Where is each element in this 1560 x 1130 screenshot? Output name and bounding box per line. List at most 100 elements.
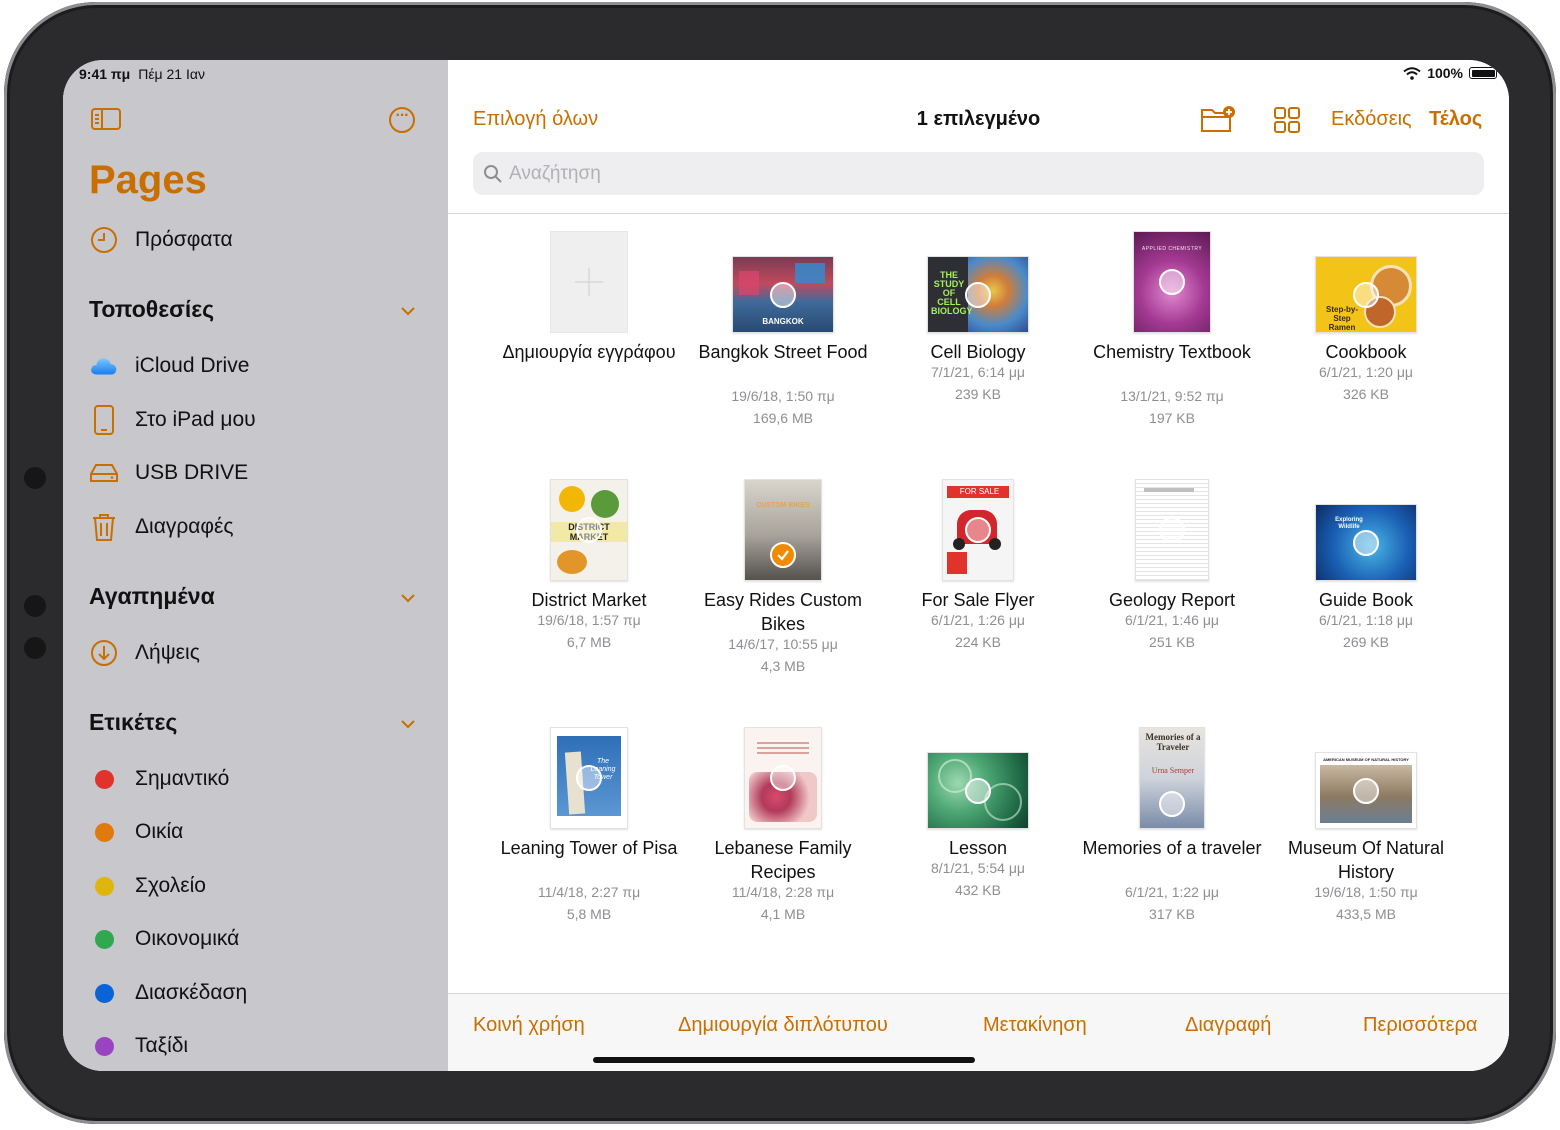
selection-circle[interactable] (1159, 791, 1185, 817)
more-options-icon[interactable]: ··· (389, 107, 415, 133)
document-tile[interactable]: The Leaning Tower Leaning Tower of Pisa … (494, 726, 684, 936)
chevron-down-icon[interactable] (401, 304, 415, 318)
document-date: 11/4/18, 2:28 πμ (731, 884, 835, 900)
document-size: 224 KB (955, 634, 1001, 650)
document-size: 4,1 MB (760, 906, 806, 922)
document-date: 19/6/18, 1:50 πμ (731, 388, 835, 404)
sidebar-item-label: iCloud Drive (135, 354, 250, 377)
checkmark-icon (777, 550, 789, 561)
chevron-down-icon[interactable] (401, 717, 415, 731)
sidebar-item-label: Οικονομικά (135, 927, 240, 950)
battery-icon (1469, 67, 1497, 79)
document-tile[interactable]: BANGKOK Bangkok Street Food 19/6/18, 1:5… (688, 230, 878, 440)
sidebar-tag-finance[interactable]: Οικονομικά (89, 919, 239, 959)
selection-circle[interactable] (576, 765, 602, 791)
document-date: 7/1/21, 6:14 μμ (931, 364, 1025, 380)
document-size: 432 KB (955, 882, 1001, 898)
document-name: Chemistry Textbook (1093, 342, 1251, 362)
document-tile[interactable]: AMERICAN MUSEUM OF NATURAL HISTORY Museu… (1271, 726, 1461, 936)
sidebar-item-ipad[interactable]: Στο iPad μου (89, 400, 256, 440)
more-button[interactable]: Περισσότερα (1363, 1014, 1477, 1037)
cover-text: Step-by-Step Ramen (1326, 305, 1358, 332)
cover-text: Memories of a Traveler (1145, 732, 1201, 752)
document-tile[interactable]: FOR SALE For Sale Flyer 6/1/21, 1:26 μμ … (883, 478, 1073, 678)
home-indicator[interactable] (593, 1057, 975, 1063)
document-name: District Market (531, 590, 647, 610)
document-tile[interactable]: Lesson 8/1/21, 5:54 μμ 432 KB (883, 726, 1073, 926)
selection-circle[interactable] (770, 765, 796, 791)
delete-button[interactable]: Διαγραφή (1185, 1014, 1271, 1037)
sidebar-item-label: Σημαντικό (135, 767, 230, 790)
selection-circle[interactable] (1353, 529, 1379, 556)
sidebar-toggle-icon[interactable] (91, 108, 121, 130)
sidebar-tag-fun[interactable]: Διασκέδαση (89, 973, 247, 1013)
sidebar-item-downloads[interactable]: Λήψεις (89, 633, 200, 673)
selection-circle[interactable] (1353, 281, 1379, 308)
document-size: 169,6 MB (753, 410, 813, 426)
header-divider (448, 213, 1509, 214)
document-size: 4,3 MB (760, 658, 806, 674)
document-tile[interactable]: THE STUDY OF CELL BIOLOGY Cell Biology 7… (883, 230, 1073, 430)
document-tile[interactable]: Geology Report 6/1/21, 1:46 μμ 251 KB (1077, 478, 1267, 678)
tag-color-dot (94, 1036, 114, 1056)
selection-circle[interactable] (1159, 517, 1185, 543)
document-thumbnail: Exploring Wildlife (1315, 504, 1417, 581)
sidebar: 9:41 πμ Πέμ 21 Ιαν ··· Pages Πρόσφατα Τοπ… (63, 60, 448, 1071)
sidebar-tag-travel[interactable]: Ταξίδι (89, 1026, 188, 1066)
cover-text: FOR SALE (947, 486, 1009, 498)
share-button[interactable]: Κοινή χρήση (473, 1014, 585, 1037)
document-thumbnail: BANGKOK (732, 256, 834, 333)
search-field[interactable]: Αναζήτηση (473, 152, 1484, 195)
selection-circle[interactable] (965, 517, 991, 543)
selection-circle[interactable] (576, 517, 602, 543)
search-icon (484, 165, 502, 183)
document-tile[interactable]: APPLIED CHEMISTRY Chemistry Textbook 13/… (1077, 230, 1267, 440)
grid-view-icon[interactable] (1274, 107, 1300, 133)
document-tile-create[interactable]: Δημιουργία εγγράφου (494, 230, 684, 430)
sidebar-tag-important[interactable]: Σημαντικό (89, 759, 229, 799)
wifi-icon (1403, 66, 1421, 80)
document-tile[interactable]: DISTRICT MARKET District Market 19/6/18,… (494, 478, 684, 678)
versions-button[interactable]: Εκδόσεις (1331, 108, 1412, 131)
selection-circle[interactable] (770, 281, 796, 308)
tag-color-dot (94, 983, 114, 1003)
chevron-down-icon[interactable] (401, 591, 415, 605)
document-name: Cell Biology (930, 342, 1026, 362)
cover-text: AMERICAN MUSEUM OF NATURAL HISTORY (1323, 757, 1409, 762)
selection-circle[interactable] (1353, 777, 1379, 804)
duplicate-button[interactable]: Δημιουργία διπλότυπου (678, 1014, 888, 1037)
ipad-icon (89, 405, 119, 435)
document-thumbnail (1135, 479, 1209, 581)
cover-text: CUSTOM BIKES (756, 502, 810, 509)
selection-circle[interactable] (965, 281, 991, 308)
document-thumbnail: DISTRICT MARKET (550, 479, 628, 581)
document-name: Guide Book (1318, 590, 1414, 610)
document-thumbnail: CUSTOM BIKES (744, 479, 822, 581)
document-size: 251 KB (1149, 634, 1195, 650)
document-name: Museum Of Natural History (1287, 838, 1445, 882)
download-icon (89, 638, 119, 668)
selection-circle[interactable] (1159, 269, 1185, 295)
document-tile[interactable]: Exploring Wildlife Guide Book 6/1/21, 1:… (1271, 478, 1461, 678)
selection-circle[interactable] (965, 777, 991, 804)
document-tile[interactable]: Step-by-Step Ramen Cookbook 6/1/21, 1:20… (1271, 230, 1461, 430)
sidebar-item-trash[interactable]: Διαγραφές (89, 507, 234, 547)
status-time: 9:41 πμ Πέμ 21 Ιαν (79, 66, 205, 82)
sidebar-item-recent[interactable]: Πρόσφατα (89, 220, 233, 260)
icloud-icon (89, 351, 119, 381)
done-button[interactable]: Τέλος (1429, 108, 1482, 131)
document-date: 19/6/18, 1:50 πμ (1314, 884, 1418, 900)
new-folder-icon[interactable] (1200, 104, 1236, 134)
sidebar-item-label: USB DRIVE (135, 461, 249, 484)
sidebar-item-usb[interactable]: USB DRIVE (89, 453, 248, 493)
document-tile[interactable]: Lebanese Family Recipes 11/4/18, 2:28 πμ… (688, 726, 878, 936)
clock-icon (89, 225, 119, 255)
sidebar-tag-home[interactable]: Οικία (89, 812, 183, 852)
selection-check[interactable] (770, 542, 796, 568)
move-button[interactable]: Μετακίνηση (983, 1014, 1087, 1037)
sidebar-tag-school[interactable]: Σχολείο (89, 866, 206, 906)
cover-author: Urna Semper (1151, 766, 1195, 775)
sidebar-item-icloud[interactable]: iCloud Drive (89, 346, 249, 386)
document-tile[interactable]: CUSTOM BIKES Easy Rides Custom Bikes 14/… (688, 478, 878, 688)
document-tile[interactable]: Memories of a Traveler Urna Semper Memor… (1077, 726, 1267, 936)
